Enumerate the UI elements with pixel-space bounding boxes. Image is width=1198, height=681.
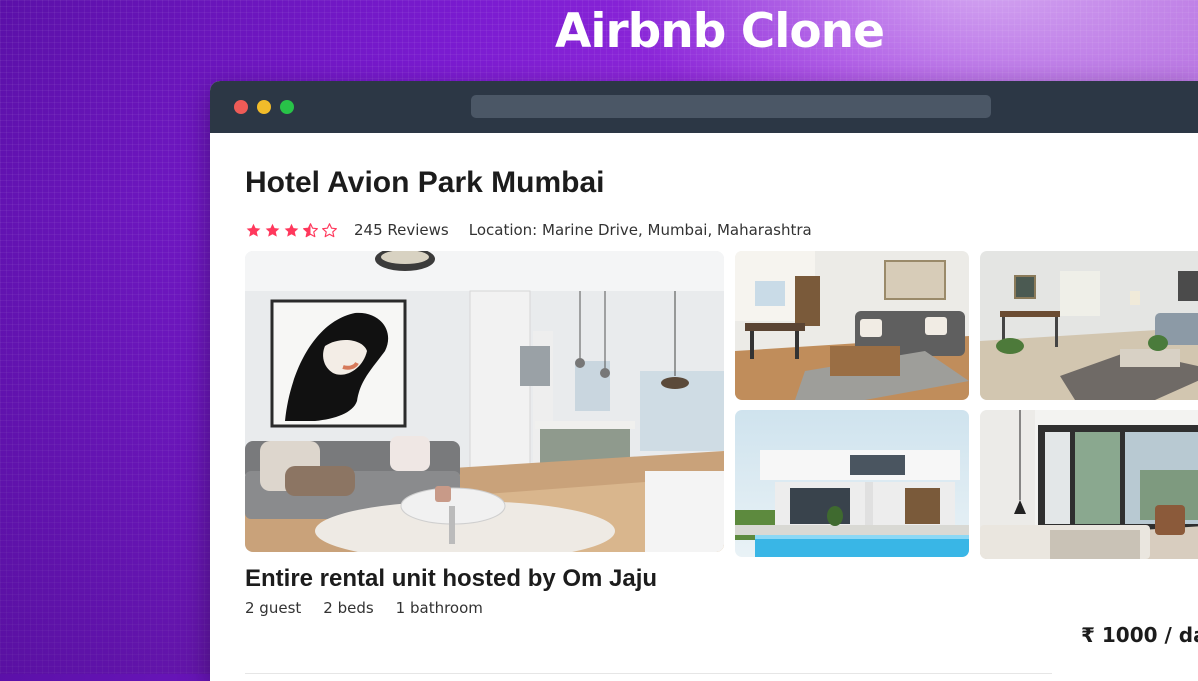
beds-count: 2 beds: [323, 599, 374, 617]
listing-meta: 245 Reviews Location: Marine Drive, Mumb…: [245, 220, 812, 240]
star-full-icon: [284, 223, 299, 237]
close-window-button[interactable]: [234, 100, 248, 114]
minimize-window-button[interactable]: [257, 100, 271, 114]
living-room-photo: [245, 251, 724, 552]
living-room-photo-2: [980, 251, 1198, 400]
maximize-window-button[interactable]: [280, 100, 294, 114]
listing-title: Hotel Avion Park Mumbai: [245, 166, 605, 199]
location-text: Location: Marine Drive, Mumbai, Maharash…: [468, 221, 812, 239]
guests-count: 2 guest: [245, 599, 302, 617]
host-title: Entire rental unit hosted by Om Jaju: [245, 565, 658, 592]
browser-window: Hotel Avion Park Mumbai 245 Reviews Loca…: [210, 81, 1198, 681]
star-full-icon: [246, 223, 261, 237]
star-empty-icon: [322, 222, 337, 237]
listing-specs: 2 guest 2 beds 1 bathroom: [245, 599, 483, 617]
address-bar[interactable]: [471, 95, 991, 118]
gallery-photo-3[interactable]: [735, 410, 969, 557]
main-photo[interactable]: [245, 251, 724, 552]
gallery-photo-1[interactable]: [735, 251, 969, 400]
price-per-day: ₹ 1000 / day: [1081, 623, 1198, 647]
star-full-icon: [265, 223, 280, 237]
star-rating: [245, 222, 338, 239]
star-half-icon: [303, 222, 318, 237]
dining-room-photo: [735, 251, 969, 400]
listing-page: Hotel Avion Park Mumbai 245 Reviews Loca…: [245, 133, 1198, 681]
house-pool-photo: [735, 410, 969, 557]
bedroom-photo: [980, 410, 1198, 559]
browser-toolbar: [210, 81, 1198, 133]
gallery-photo-2[interactable]: [980, 251, 1198, 400]
promo-title: Airbnb Clone: [555, 4, 885, 59]
bathrooms-count: 1 bathroom: [395, 599, 483, 617]
gallery-photo-4[interactable]: [980, 410, 1198, 559]
reviews-link[interactable]: 245 Reviews: [354, 221, 449, 239]
